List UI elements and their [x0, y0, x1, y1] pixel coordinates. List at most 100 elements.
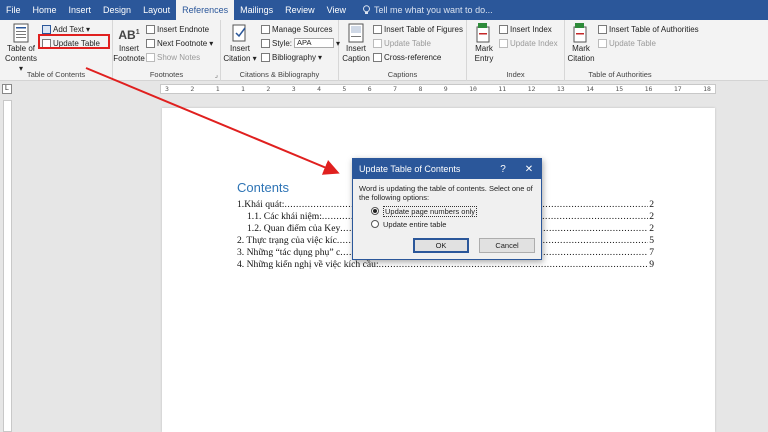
- toc-page-number: 2: [649, 211, 654, 222]
- insert-caption-button[interactable]: Insert Caption: [341, 23, 371, 64]
- update-toc-dialog: Update Table of Contents ? ✕ Word is upd…: [352, 158, 542, 260]
- tab-selector[interactable]: L: [2, 84, 12, 94]
- update-figures-table-button[interactable]: Update Table: [373, 37, 431, 49]
- ruler-mark: 3: [291, 85, 296, 93]
- insert-table-of-figures-label: Insert Table of Figures: [384, 24, 464, 34]
- toc-page-number: 2: [649, 223, 654, 234]
- group-table-of-authorities: Mark Citation Insert Table of Authoritie…: [565, 20, 768, 81]
- mark-citation-line2: Citation: [567, 54, 595, 63]
- tab-mailings[interactable]: Mailings: [234, 0, 279, 20]
- update-authorities-table-button[interactable]: Update Table: [598, 37, 656, 49]
- ruler-mark: 17: [673, 85, 682, 93]
- ok-button[interactable]: OK: [413, 238, 469, 253]
- next-footnote-button[interactable]: Next Footnote ▾: [146, 37, 213, 49]
- tab-home[interactable]: Home: [27, 0, 63, 20]
- group-table-of-contents: Table of Contents ▾ Add Text ▾ Update Ta…: [0, 20, 113, 81]
- insert-footnote-button[interactable]: AB1 Insert Footnote: [113, 23, 145, 64]
- horizontal-ruler[interactable]: 3 2 1 1 2 3 4 5 6 7 8 9 10 11 12 13 14 15 16 17 18: [160, 84, 716, 94]
- option-entire-table-label: Update entire table: [383, 219, 447, 229]
- mark-entry-line1: Mark: [475, 44, 493, 53]
- group-label-authorities: Table of Authorities: [588, 70, 652, 79]
- cancel-button[interactable]: Cancel: [479, 238, 535, 253]
- insert-endnote-button[interactable]: Insert Endnote: [146, 23, 209, 35]
- option-page-numbers-row[interactable]: Update page numbers only: [371, 205, 535, 217]
- group-captions: Insert Caption Insert Table of Figures U…: [339, 20, 467, 81]
- tab-file[interactable]: File: [0, 0, 27, 20]
- insert-endnote-label: Insert Endnote: [157, 24, 210, 34]
- ribbon: Table of Contents ▾ Add Text ▾ Update Ta…: [0, 20, 768, 81]
- toc-label-line1: Table of: [6, 44, 36, 53]
- group-index: Mark Entry Insert Index Update Index Ind…: [467, 20, 565, 81]
- tell-me-box[interactable]: Tell me what you want to do...: [362, 5, 493, 15]
- dialog-body: Word is updating the table of contents. …: [353, 179, 541, 234]
- ruler-mark: 6: [367, 85, 372, 93]
- group-label-footnotes: Footnotes: [149, 70, 184, 79]
- toc-entry-text: 1.2. Quan điểm của Key: [247, 223, 341, 234]
- mark-entry-line2: Entry: [474, 54, 494, 63]
- endnote-icon: [146, 24, 155, 34]
- insert-footnote-line1: Insert: [118, 44, 139, 53]
- style-label: Style:: [272, 38, 293, 48]
- close-icon[interactable]: ✕: [519, 164, 539, 175]
- style-combo[interactable]: APA: [294, 38, 335, 48]
- show-notes-icon: [146, 52, 155, 62]
- horizontal-ruler-row: L 3 2 1 1 2 3 4 5 6 7 8 9 10 11 12 13 14 15 16 17 18: [0, 82, 768, 96]
- bibliography-label: Bibliography: [272, 52, 317, 62]
- insert-table-of-authorities-button[interactable]: Insert Table of Authorities: [598, 23, 699, 35]
- tab-view[interactable]: View: [321, 0, 352, 20]
- ruler-mark: 10: [469, 85, 477, 93]
- tell-me-text: Tell me what you want to do...: [374, 5, 493, 15]
- cross-reference-button[interactable]: Cross-reference: [373, 51, 441, 63]
- bibliography-button[interactable]: Bibliography ▾: [261, 51, 322, 63]
- ruler-mark: 14: [586, 85, 594, 93]
- add-text-icon: [42, 24, 51, 34]
- table-of-contents-button[interactable]: Table of Contents ▾: [2, 23, 40, 74]
- toc-entry-text: 2. Thực trạng của việc kíc: [237, 235, 337, 246]
- option-page-numbers-label: Update page numbers only: [383, 205, 478, 217]
- document-page[interactable]: Contents 1.Khái quát:21.1. Các khái niệm…: [162, 108, 715, 432]
- group-label-citations: Citations & Bibliography: [239, 70, 320, 79]
- help-icon[interactable]: ?: [493, 164, 513, 175]
- mark-entry-button[interactable]: Mark Entry: [469, 23, 499, 64]
- update-figures-table-icon: [373, 38, 382, 48]
- insert-table-of-figures-button[interactable]: Insert Table of Figures: [373, 23, 463, 35]
- insert-index-label: Insert Index: [510, 24, 552, 34]
- tab-layout[interactable]: Layout: [137, 0, 176, 20]
- vertical-ruler[interactable]: [3, 100, 12, 432]
- toc-entry[interactable]: 4. Những kiến nghị về việc kích cầu: 9: [237, 259, 654, 271]
- ruler-mark: 1: [215, 85, 220, 93]
- dialog-launcher-icon[interactable]: ⌟: [215, 71, 218, 79]
- ruler-mark: 8: [418, 85, 423, 93]
- insert-citation-line2: Citation: [223, 54, 251, 63]
- add-text-label: Add Text: [53, 24, 84, 34]
- ruler-mark: 2: [190, 85, 195, 93]
- radio-entire-table[interactable]: [371, 220, 379, 228]
- mark-citation-button[interactable]: Mark Citation: [565, 23, 597, 64]
- chevron-down-icon: ▾: [85, 24, 90, 34]
- insert-index-button[interactable]: Insert Index: [499, 23, 552, 35]
- insert-caption-line2: Caption: [342, 54, 370, 63]
- ruler-mark: 16: [644, 85, 653, 93]
- ruler-mark: 15: [615, 85, 624, 93]
- toc-entry-text: 1.1. Các khái niệm:: [247, 211, 322, 222]
- tab-review[interactable]: Review: [279, 0, 321, 20]
- update-authorities-table-label: Update Table: [609, 38, 656, 48]
- tab-design[interactable]: Design: [97, 0, 137, 20]
- radio-page-numbers-only[interactable]: [371, 207, 379, 215]
- tab-references[interactable]: References: [176, 0, 235, 20]
- show-notes-button[interactable]: Show Notes: [146, 51, 200, 63]
- update-index-button[interactable]: Update Index: [499, 37, 558, 49]
- ribbon-tab-bar: File Home Insert Design Layout Reference…: [0, 0, 768, 20]
- insert-citation-button[interactable]: Insert Citation ▾: [223, 23, 257, 64]
- table-of-contents-icon: [13, 23, 29, 43]
- style-selector[interactable]: Style: APA ▾: [261, 37, 340, 49]
- tab-insert[interactable]: Insert: [63, 0, 98, 20]
- group-footnotes: AB1 Insert Footnote Insert Endnote Next …: [113, 20, 221, 81]
- option-entire-table-row[interactable]: Update entire table: [371, 219, 535, 229]
- dialog-actions: OK Cancel: [413, 238, 535, 253]
- ruler-mark: 18: [703, 85, 711, 93]
- manage-sources-button[interactable]: Manage Sources: [261, 23, 332, 35]
- bibliography-icon: [261, 52, 270, 62]
- group-citations: Insert Citation ▾ Manage Sources Style: …: [221, 20, 340, 81]
- update-index-icon: [499, 38, 508, 48]
